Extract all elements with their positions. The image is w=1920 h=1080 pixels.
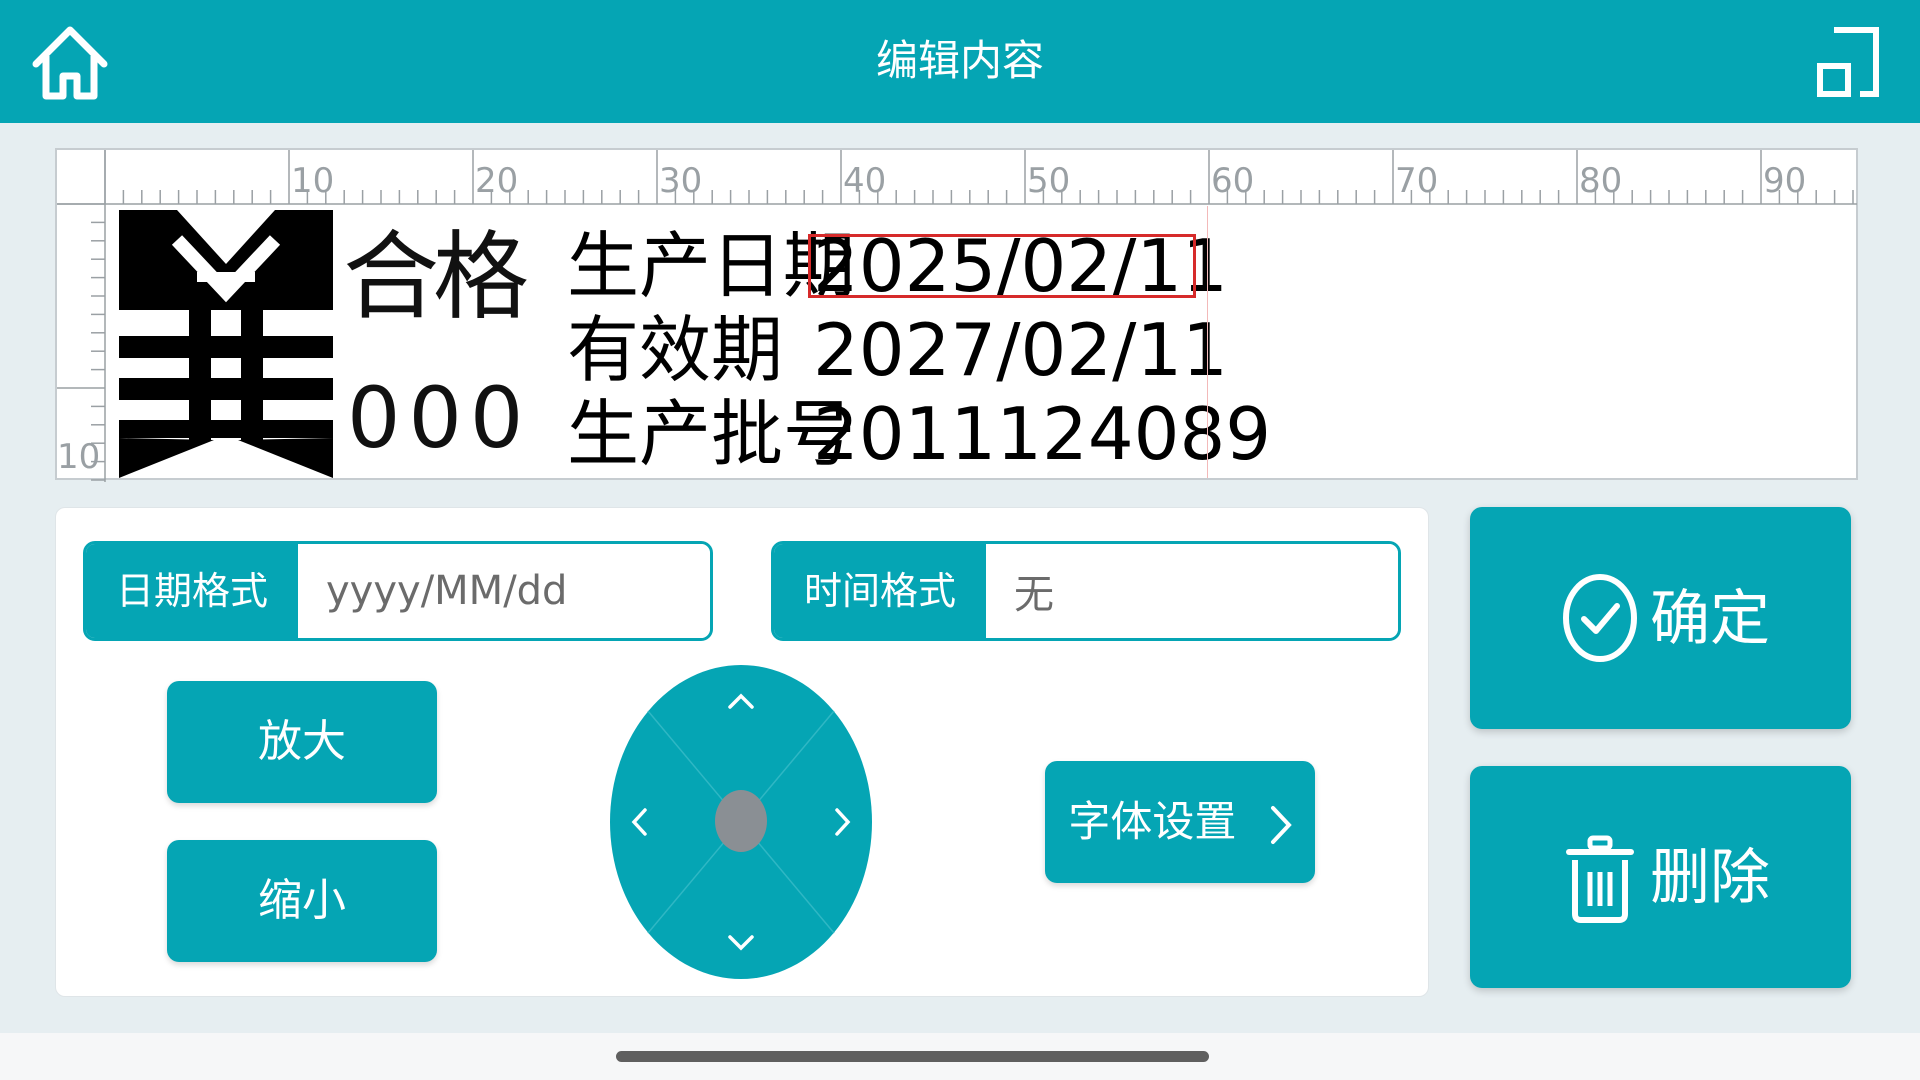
ruler-top-label: 60	[1211, 161, 1254, 201]
ruler-top-label: 20	[475, 161, 518, 201]
trash-icon	[1566, 835, 1634, 923]
ruler-top-label: 50	[1027, 161, 1070, 201]
confirm-button[interactable]: 确定	[1470, 507, 1851, 729]
expand-icon	[1817, 27, 1879, 97]
zoom-out-button[interactable]: 缩小	[167, 840, 437, 962]
confirm-label: 确定	[1650, 584, 1770, 654]
check-circle-icon	[1563, 574, 1637, 662]
expand-button[interactable]	[1810, 24, 1886, 100]
delete-label: 删除	[1650, 843, 1770, 913]
ruler-top-label: 80	[1579, 161, 1622, 201]
time-format-input[interactable]	[986, 544, 1398, 638]
dpad-center-button[interactable]	[715, 790, 767, 852]
date-format-label: 日期格式	[86, 544, 298, 638]
date-format-field[interactable]: 日期格式	[83, 541, 713, 641]
logo-mark-icon	[119, 210, 333, 478]
selected-field-highlight	[808, 234, 1196, 298]
time-format-label: 时间格式	[774, 544, 986, 638]
font-settings-button[interactable]: 字体设置	[1045, 761, 1315, 883]
ruler-top-label: 90	[1763, 161, 1806, 201]
home-indicator[interactable]	[616, 1051, 1209, 1062]
direction-pad[interactable]	[610, 665, 872, 979]
top-bar: 编辑内容	[0, 0, 1920, 123]
guide-line	[1207, 206, 1208, 478]
expiry-label: 有效期	[567, 308, 784, 392]
batch-value[interactable]: 2011124089	[813, 394, 1271, 474]
zoom-in-button[interactable]: 放大	[167, 681, 437, 803]
ruler-top-label: 40	[843, 161, 886, 201]
label-preview-canvas[interactable]: 10 20 30 40 50 60 70 80 90 10 合格 000 生产日期 2025/02…	[55, 148, 1858, 482]
time-format-field[interactable]: 时间格式	[771, 541, 1401, 641]
chevron-right-icon	[1270, 805, 1292, 844]
font-settings-label: 字体设置	[1068, 797, 1237, 846]
ruler-top-label: 70	[1395, 161, 1438, 201]
ruler-top-label: 10	[291, 161, 334, 201]
batch-label: 生产批号	[567, 392, 856, 476]
delete-button[interactable]: 删除	[1470, 766, 1851, 988]
stamp-text: 合格	[343, 221, 529, 333]
date-format-input[interactable]	[298, 544, 710, 638]
ruler-left-label: 10	[57, 437, 100, 477]
page-title: 编辑内容	[875, 36, 1044, 85]
stamp-number: 000	[347, 369, 532, 467]
expiry-value[interactable]: 2027/02/11	[813, 310, 1228, 390]
ruler-top-label: 30	[659, 161, 702, 201]
